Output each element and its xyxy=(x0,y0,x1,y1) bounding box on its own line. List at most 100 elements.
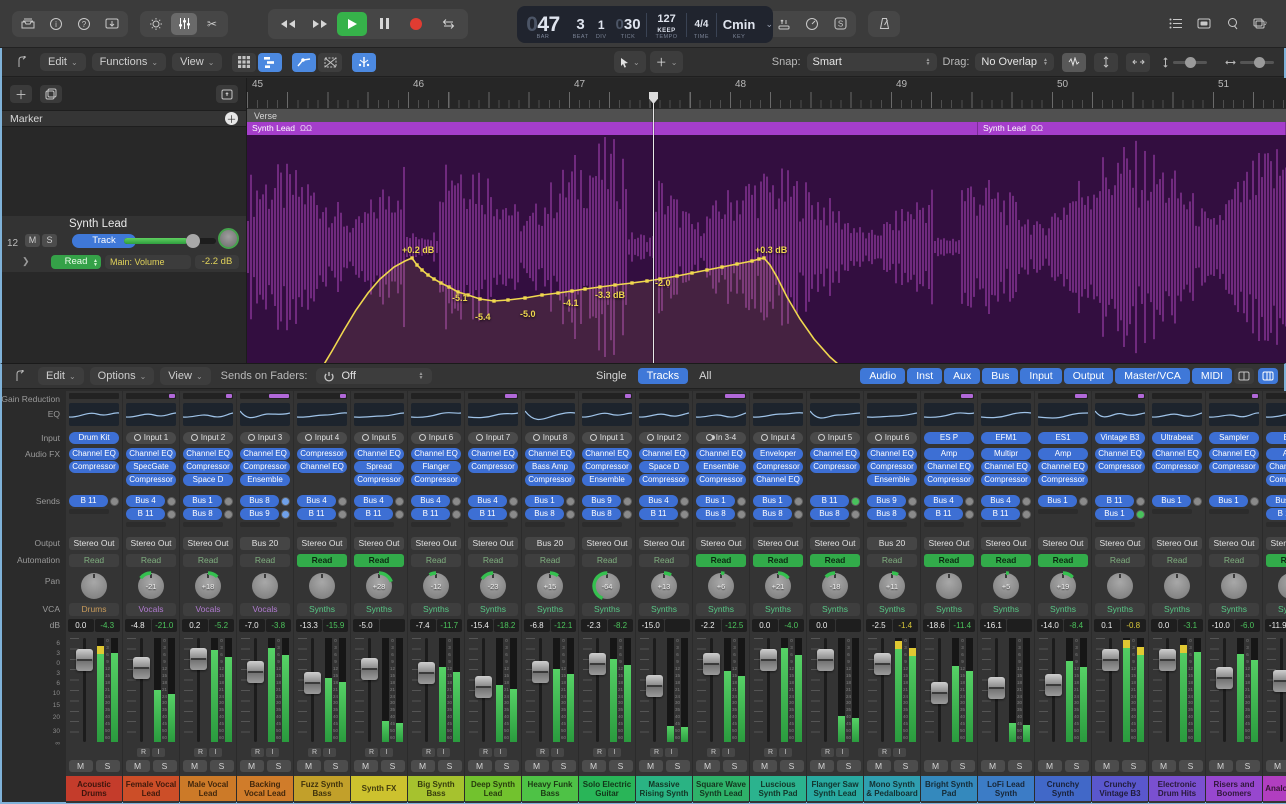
channel-strip[interactable]: Input 6 Channel EQ Compressor Ensemble Bus 9… xyxy=(864,391,920,803)
pointer-tool-menu[interactable]: ⌄ xyxy=(614,51,646,73)
empty-send-slot[interactable] xyxy=(525,522,565,527)
audio-fx-slot[interactable]: Channel EQ xyxy=(183,448,233,460)
send-slot[interactable]: Bus 4 xyxy=(297,495,347,507)
channel-strip[interactable]: Input 8 Channel EQ Bass Amp Compressor Bus 1… xyxy=(522,391,578,803)
output-slot[interactable]: Stereo Out xyxy=(183,537,233,550)
channel-strip[interactable]: EFM1 Multipr Channel EQ Compressor Bus 4B 11… xyxy=(978,391,1034,803)
fader-cap[interactable] xyxy=(817,648,834,671)
peak-value[interactable] xyxy=(835,619,861,632)
send-bus-label[interactable]: Bus 9 xyxy=(240,508,279,520)
audio-fx-slot[interactable]: Channel EQ xyxy=(1095,448,1145,460)
fader-cap[interactable] xyxy=(1216,666,1233,689)
track-name-tag[interactable]: Massive Rising Synth xyxy=(636,776,692,801)
track-name-tag[interactable]: Analog Synth xyxy=(1263,776,1286,801)
peak-value[interactable]: -3.8 xyxy=(265,619,291,632)
send-level-knob[interactable] xyxy=(965,496,974,506)
audio-fx-slot[interactable]: Ensemble xyxy=(696,461,746,473)
eq-thumbnail[interactable] xyxy=(581,403,633,426)
pan-knob[interactable]: +15 xyxy=(535,571,565,601)
send-bus-label[interactable]: Bus 8 xyxy=(753,508,792,520)
media-browser-icon[interactable]: ♪ xyxy=(1247,13,1273,35)
eq-thumbnail[interactable] xyxy=(695,403,747,426)
eq-thumbnail[interactable] xyxy=(1037,403,1089,426)
send-level-knob[interactable] xyxy=(908,496,917,506)
mute-button[interactable]: M xyxy=(524,760,549,772)
list-editors-icon[interactable] xyxy=(1163,13,1189,35)
marker-track-header[interactable]: Marker ＋ xyxy=(2,110,246,127)
audio-fx-slot[interactable]: Channel EQ xyxy=(411,448,461,460)
input-slot[interactable]: Ultrabeat xyxy=(1152,432,1202,444)
eq-thumbnail[interactable] xyxy=(182,403,234,426)
vca-group[interactable]: Synths xyxy=(1038,603,1088,616)
automation-mode-button[interactable]: Read xyxy=(240,554,290,567)
send-slot[interactable]: Bus 4 xyxy=(639,495,689,507)
audio-fx-slot[interactable]: Channel EQ xyxy=(981,461,1031,473)
input-monitor-button[interactable]: I xyxy=(665,748,678,757)
pan-knob[interactable]: +5 xyxy=(991,571,1021,601)
send-slot[interactable]: Bus 9 xyxy=(240,508,290,520)
solo-button[interactable]: S xyxy=(1235,760,1260,772)
send-bus-label[interactable]: B 11 xyxy=(981,508,1020,520)
record-enable-button[interactable]: R xyxy=(194,748,207,757)
input-monitor-button[interactable]: I xyxy=(380,748,393,757)
send-bus-label[interactable]: Bus 1 xyxy=(696,495,735,507)
send-slot[interactable]: B 11 xyxy=(354,508,404,520)
track-pan-knob[interactable] xyxy=(218,228,239,249)
lcd-chevron-icon[interactable]: ⌄ xyxy=(765,19,773,30)
send-slot[interactable]: B 11 xyxy=(1266,508,1286,520)
gauge-icon[interactable] xyxy=(799,13,825,35)
pan-knob[interactable]: +21 xyxy=(763,571,793,601)
vca-group[interactable]: Drums xyxy=(69,603,119,616)
track-name-tag[interactable]: Backing Vocal Lead xyxy=(237,776,293,801)
automation-mode-button[interactable]: Read xyxy=(183,554,233,567)
cut-icon[interactable]: ✂ xyxy=(199,13,225,35)
empty-send-slot[interactable] xyxy=(981,522,1021,527)
send-level-knob[interactable] xyxy=(794,496,803,506)
output-slot[interactable]: Stereo Out xyxy=(924,537,974,550)
send-slot[interactable]: Bus 1 xyxy=(525,495,575,507)
track-name[interactable]: Synth Lead xyxy=(69,218,127,230)
send-slot[interactable]: Bus 4 xyxy=(354,495,404,507)
automation-mode-button[interactable]: Read xyxy=(639,554,689,567)
audio-fx-slot[interactable]: Amp xyxy=(1038,448,1088,460)
audio-fx-slot[interactable]: Channel EQ xyxy=(867,448,917,460)
mute-button[interactable]: M xyxy=(467,760,492,772)
track-name-tag[interactable]: Fuzz Synth Bass xyxy=(294,776,350,801)
send-level-knob[interactable] xyxy=(338,509,347,519)
eq-thumbnail[interactable] xyxy=(467,403,519,426)
peak-value[interactable] xyxy=(664,619,690,632)
send-bus-label[interactable]: Bus 8 xyxy=(696,508,735,520)
filter-midi[interactable]: MIDI xyxy=(1191,368,1232,384)
input-slot[interactable]: ES2 xyxy=(1266,432,1286,444)
send-slot[interactable]: Bus 4 xyxy=(126,495,176,507)
panel-back-icon[interactable] xyxy=(10,53,34,72)
send-bus-label[interactable]: Bus 4 xyxy=(126,495,165,507)
send-bus-label[interactable]: B 11 xyxy=(126,508,165,520)
mute-button[interactable]: M xyxy=(980,760,1005,772)
send-level-knob[interactable] xyxy=(908,509,917,519)
mixer-menu-options[interactable]: Options ⌄ xyxy=(89,367,155,385)
input-slot[interactable]: Input 4 xyxy=(297,432,347,444)
send-bus-label[interactable]: B 11 xyxy=(1095,495,1134,507)
segment-all[interactable]: All xyxy=(690,368,720,384)
region-header[interactable]: Synth Lead ΩΩ xyxy=(978,122,1286,135)
volume-value[interactable]: -2.2 xyxy=(695,619,721,632)
track-volume-slider[interactable] xyxy=(124,234,216,248)
vca-group[interactable]: Synths xyxy=(981,603,1031,616)
automation-mode-button[interactable]: Read xyxy=(1266,554,1286,567)
automation-mode-button[interactable]: Read xyxy=(1152,554,1202,567)
catch-playhead-icon[interactable] xyxy=(352,52,377,72)
channel-strip[interactable]: Input 7 Channel EQ Compressor Bus 4B 11 Ster… xyxy=(465,391,521,803)
fader-cap[interactable] xyxy=(361,657,378,680)
empty-send-slot[interactable] xyxy=(183,522,223,527)
vca-group[interactable]: Synths xyxy=(582,603,632,616)
send-slot[interactable]: Bus 1 xyxy=(753,495,803,507)
output-slot[interactable]: Stereo Out xyxy=(354,537,404,550)
track-name-tag[interactable]: Crunchy Synth xyxy=(1035,776,1091,801)
empty-send-slot[interactable] xyxy=(867,522,907,527)
send-slot[interactable]: Bus 4 xyxy=(411,495,461,507)
peak-value[interactable]: -12.5 xyxy=(721,619,747,632)
peak-value[interactable]: -11.4 xyxy=(949,619,975,632)
send-level-knob[interactable] xyxy=(623,496,632,506)
send-level-knob[interactable] xyxy=(566,509,575,519)
